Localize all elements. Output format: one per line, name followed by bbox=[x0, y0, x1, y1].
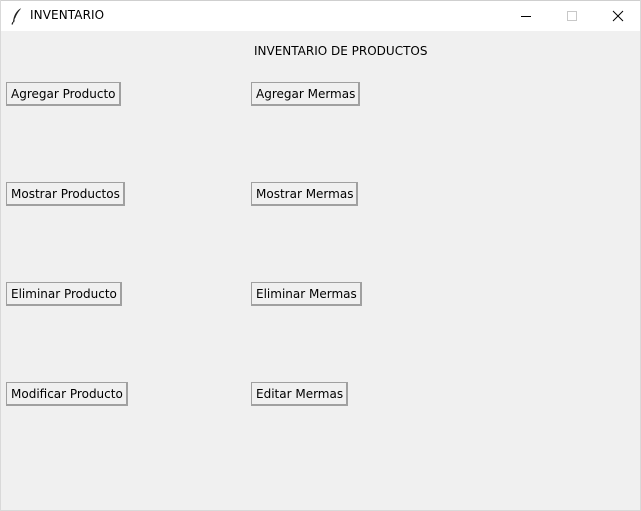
close-icon bbox=[612, 7, 624, 26]
edit-waste-button[interactable]: Editar Mermas bbox=[251, 382, 349, 406]
title-bar[interactable]: INVENTARIO bbox=[1, 0, 640, 31]
minimize-icon bbox=[520, 7, 532, 26]
delete-waste-button[interactable]: Eliminar Mermas bbox=[251, 282, 362, 306]
minimize-button[interactable] bbox=[503, 1, 549, 31]
window-title: INVENTARIO bbox=[30, 8, 105, 22]
show-waste-button[interactable]: Mostrar Mermas bbox=[251, 182, 359, 206]
modify-product-button[interactable]: Modificar Producto bbox=[6, 382, 128, 406]
close-button[interactable] bbox=[595, 1, 641, 31]
main-content: INVENTARIO DE PRODUCTOS Agregar Producto… bbox=[1, 31, 640, 511]
maximize-icon bbox=[566, 7, 578, 26]
app-window: INVENTARIO INVENTARIO DE PRODUCTOS Agreg… bbox=[0, 0, 641, 511]
page-title: INVENTARIO DE PRODUCTOS bbox=[254, 44, 428, 58]
maximize-button[interactable] bbox=[549, 1, 595, 31]
add-product-button[interactable]: Agregar Producto bbox=[6, 82, 121, 106]
delete-product-button[interactable]: Eliminar Producto bbox=[6, 282, 122, 306]
feather-icon bbox=[10, 7, 24, 25]
add-waste-button[interactable]: Agregar Mermas bbox=[251, 82, 361, 106]
show-products-button[interactable]: Mostrar Productos bbox=[6, 182, 125, 206]
